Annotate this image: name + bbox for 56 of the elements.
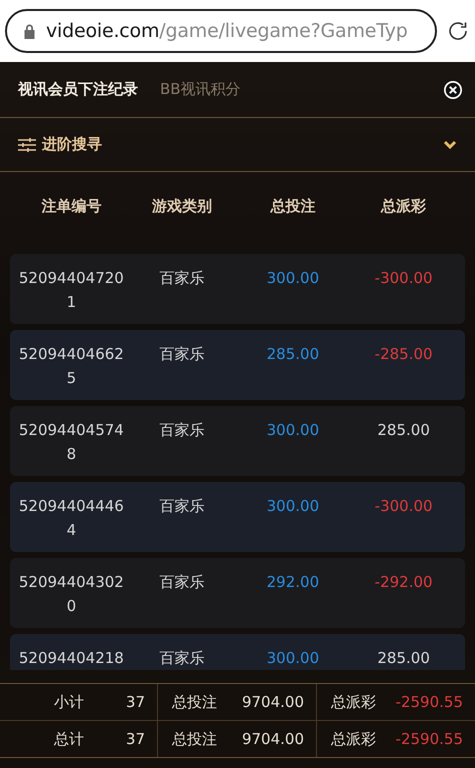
tab[interactable]: 视讯会员下注纪录 (18, 80, 138, 99)
chevron-icon[interactable] (443, 140, 457, 150)
summary-count: 37 (126, 730, 145, 748)
bet-id: 52094404218 (18, 648, 125, 669)
payout-amount: -285.00 (374, 344, 433, 365)
summary-count: 37 (126, 693, 145, 711)
total-payout-value: -2590.55 (396, 693, 463, 711)
bet-id: 520944044464 (18, 496, 125, 541)
bet-id: 520944045748 (18, 420, 125, 465)
column-header: 游戏类别 (151, 196, 214, 216)
total-payout-label: 总派彩 (331, 730, 376, 748)
bet-row[interactable]: 520944044464 百家乐 300.00 -300.00 (10, 482, 465, 552)
advanced-search-label[interactable]: 进阶搜寻 (42, 135, 102, 154)
total-payout-value: -2590.55 (396, 730, 463, 748)
bet-amount: 300.00 (266, 496, 320, 517)
game-type: 百家乐 (160, 420, 205, 441)
game-type: 百家乐 (160, 268, 205, 289)
payout-amount: -292.00 (374, 572, 433, 593)
summary-label: 小计 (54, 692, 84, 712)
game-type: 百家乐 (160, 648, 205, 669)
bet-id: 520944047201 (18, 268, 125, 313)
bet-amount: 300.00 (266, 420, 320, 441)
payout-amount: -300.00 (374, 268, 433, 289)
bet-amount: 300.00 (266, 268, 320, 289)
bet-id: 520944046625 (18, 344, 125, 389)
url-text: videoie.com/game/livegame?GameTyp (46, 20, 408, 42)
total-bet-label: 总投注 (172, 730, 217, 748)
game-type: 百家乐 (160, 496, 205, 517)
bet-row[interactable]: 520944047201 百家乐 300.00 -300.00 (10, 254, 465, 324)
total-bet-label: 总投注 (172, 692, 217, 712)
payout-amount: -300.00 (374, 496, 433, 517)
bet-row[interactable]: 520944043020 百家乐 292.00 -292.00 (10, 558, 465, 628)
close-icon[interactable] (443, 80, 463, 100)
bet-row[interactable]: 520944046625 百家乐 285.00 -285.00 (10, 330, 465, 400)
game-type: 百家乐 (160, 344, 205, 365)
address-bar[interactable]: videoie.com/game/livegame?GameTyp (5, 9, 437, 53)
bet-row[interactable]: 520944045748 百家乐 300.00 285.00 (10, 406, 465, 476)
summary-label: 总计 (54, 730, 84, 748)
bet-row[interactable]: 52094404218 百家乐 300.00 285.00 (10, 634, 465, 670)
column-header: 总派彩 (380, 196, 428, 216)
column-header: 注单编号 (40, 196, 102, 216)
bet-amount: 292.00 (266, 572, 320, 593)
column-header: 总投注 (269, 196, 316, 216)
total-payout-label: 总派彩 (331, 692, 376, 712)
lock-icon (23, 23, 36, 39)
bet-id: 520944043020 (18, 572, 125, 617)
total-bet-value: 9704.00 (242, 730, 304, 748)
total-bet-value: 9704.00 (242, 693, 304, 711)
tab[interactable]: BB视讯积分 (160, 80, 241, 99)
bet-amount: 285.00 (266, 344, 320, 365)
game-type: 百家乐 (160, 572, 205, 593)
reload-icon[interactable] (447, 20, 469, 42)
payout-amount: 285.00 (377, 648, 430, 669)
bet-amount: 300.00 (266, 648, 320, 669)
payout-amount: 285.00 (377, 420, 430, 441)
sliders-icon (18, 136, 36, 152)
